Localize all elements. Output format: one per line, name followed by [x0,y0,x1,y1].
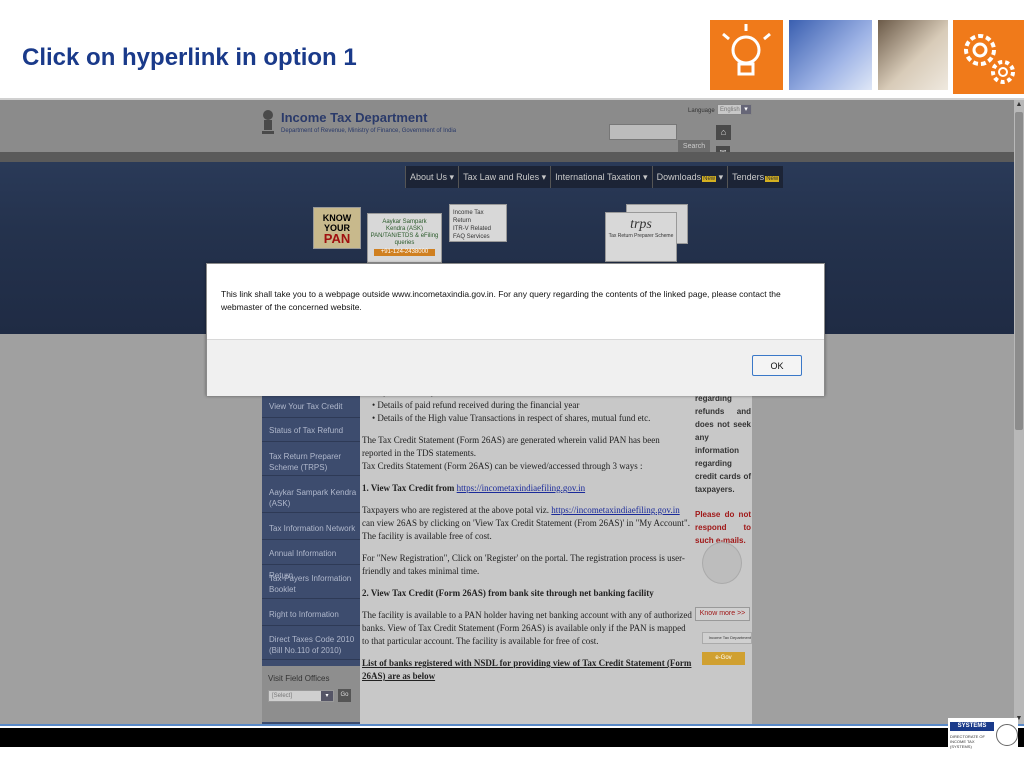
banner-trps[interactable]: trps Tax Return Preparer Scheme [605,212,677,262]
new-badge: New [765,176,780,182]
search-input[interactable] [609,124,677,140]
new-badge: New [702,176,717,182]
banner-aaykar-sampark[interactable]: Aaykar Sampark Kendra (ASK) PAN/TAN/ETDS… [367,213,442,263]
menu-item-about-us[interactable]: About Us ▾ [405,166,459,188]
emblem-icon [262,110,274,134]
menu-item-international-taxation[interactable]: International Taxation ▾ [550,166,652,188]
home-icon[interactable]: ⌂ [716,125,731,140]
hyperlink-efiling-inline[interactable]: https://incometaxindiaefiling.gov.in [551,505,679,515]
egov-mini-banner[interactable]: e-Gov [702,652,745,665]
list-item: • Details of paid refund received during… [372,400,580,410]
main-content: (PAN holders) • Details of paid refund r… [362,386,692,683]
sidebar-item-tin[interactable]: Tax Information Network [262,518,360,540]
paragraph: Tax Credits Statement (Form 26AS) can be… [362,461,643,471]
keyboard-photo [789,20,872,90]
section-heading-2: 2. View Tax Credit (Form 26AS) from bank… [362,588,654,598]
ok-button[interactable]: OK [752,355,802,376]
list-item: • Details of the High value Transactions… [372,413,651,423]
lightbulb-icon [710,20,783,90]
site-header [0,100,1014,152]
sidebar-item-dtc[interactable]: Direct Taxes Code 2010 (Bill No.110 of 2… [262,632,360,660]
gears-icon [953,20,1024,94]
sidebar-item-booklet[interactable]: Tax-Payers Information Booklet [262,571,360,599]
itd-mini-banner[interactable]: Income Tax Department [702,632,752,644]
menu-item-tax-law[interactable]: Tax Law and Rules ▾ [458,166,551,188]
sidebar-item-rti[interactable]: Right to Information [262,604,360,626]
brand-subtitle: Department of Revenue, Ministry of Finan… [281,128,457,134]
language-label: Language [688,108,715,114]
slide-title: Click on hyperlink in option 1 [22,44,357,71]
sidebar-item-refund-status[interactable]: Status of Tax Refund [262,420,360,442]
go-button[interactable]: Go [338,689,351,702]
brand-name: Income Tax Department [281,110,428,125]
paragraph: The Tax Credit Statement (Form 26AS) are… [362,435,660,458]
browser-bottom-line [0,724,1024,726]
nav-band [0,152,1014,162]
sidebar-item-trps[interactable]: Tax Return Preparer Scheme (TRPS) [262,448,360,476]
sidebar-item-ask[interactable]: Aaykar Sampark Kendra (ASK) [262,485,360,513]
field-offices-label: Visit Field Offices [268,674,330,683]
paragraph: The facility is available to a PAN holde… [362,610,692,646]
scrollbar-thumb[interactable] [1015,112,1023,430]
chevron-down-icon: ▾ [741,105,751,114]
menu-item-tenders[interactable]: Tenders New [727,166,784,188]
bank-list-link[interactable]: List of banks registered with NSDL for p… [362,657,692,683]
main-menu: About Us ▾ Tax Law and Rules ▾ Internati… [405,166,784,188]
logo-emblem-icon [996,724,1018,746]
dialog-footer: OK [207,339,824,396]
browser-viewport: Income Tax Department Department of Reve… [0,100,1024,726]
external-link-dialog: This link shall take you to a webpage ou… [206,263,825,396]
sidebar-item-view-tax-credit[interactable]: View Your Tax Credit [262,396,360,418]
language-select[interactable]: English ▾ [717,104,752,115]
banner-itr[interactable]: Income Tax Return ITR-V Related FAQ Serv… [449,204,507,242]
systems-logo: SYSTEMS DIRECTORATE OF INCOME TAX (SYSTE… [948,718,1018,762]
writing-photo [878,20,948,90]
know-more-link[interactable]: Know more >> [695,607,750,621]
notice-text: regarding refunds and does not seek any … [695,394,751,494]
paragraph: Taxpayers who are registered at the abov… [362,505,690,541]
hyperlink-efiling[interactable]: https://incometaxindiaefiling.gov.in [457,483,585,493]
dialog-message: This link shall take you to a webpage ou… [221,289,781,312]
paragraph: For "New Registration", Click on 'Regist… [362,553,685,576]
scroll-up-icon[interactable]: ▲ [1014,100,1024,110]
seal-icon [702,542,742,584]
slide-footer-bar [0,728,1024,747]
section-heading-1: 1. View Tax Credit from https://incometa… [362,483,586,493]
field-offices-select[interactable]: [Select] ▾ [268,690,334,702]
sidebar-item-air[interactable]: Annual Information Return [262,543,360,580]
banner-know-your-pan[interactable]: KNOW YOUR PAN [313,207,361,249]
menu-item-downloads[interactable]: Downloads New ▾ [651,166,728,188]
chevron-down-icon: ▾ [321,691,333,701]
